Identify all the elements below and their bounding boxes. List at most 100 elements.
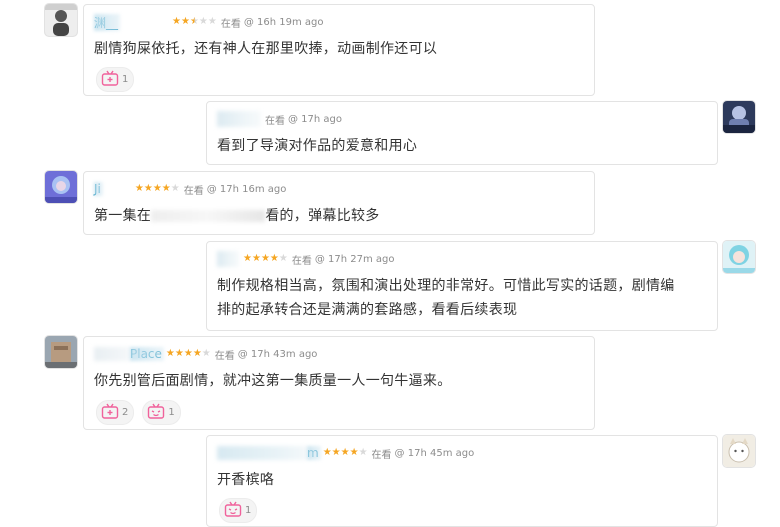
- rating-stars: ★ ★ ★ ★ ★: [135, 184, 180, 194]
- avatar-image: [45, 336, 77, 368]
- comment-meta: Ji ★ ★ ★ ★ ★ 在看 @ 17h 16m ago: [94, 181, 286, 197]
- star-icon: ★: [260, 253, 270, 264]
- star-icon: ★: [201, 348, 211, 359]
- star-icon: ★: [340, 447, 350, 458]
- avatar-image: [723, 101, 755, 133]
- star-icon: ★: [172, 16, 181, 27]
- watch-status: 在看: [265, 115, 285, 127]
- comment-text: 剧情狗屎依托，还有神人在那里吹捧，动画制作还可以: [94, 41, 438, 57]
- comment-meta: m ★ ★ ★ ★ ★ 在看 @ 17h 45m ago: [217, 445, 474, 461]
- watch-status: 在看: [214, 350, 235, 362]
- comment-text: 制作规格相当高，氛围和演出处理的非常好。可惜此写实的话题，剧情编 排的起承转合还…: [217, 274, 675, 322]
- reaction-count: 2: [122, 407, 129, 418]
- comment-bubble: Ji ★ ★ ★ ★ ★ 在看 @ 17h 16m ago 第一集在 看的，弹幕比较多: [83, 171, 595, 235]
- comment-meta: 渊__ ★ ★ ★ ★ ★ 在看 @ 16h 19m ago: [94, 14, 324, 30]
- avatar-image: [45, 171, 77, 203]
- star-icon: ★: [174, 348, 184, 359]
- username-link[interactable]: 渊__: [94, 14, 118, 31]
- star-icon: ★: [165, 348, 175, 359]
- rating-stars: ★ ★ ★ ★ ★: [172, 17, 217, 27]
- star-icon: ★: [198, 16, 208, 27]
- tv-face-icon: [224, 501, 242, 520]
- username-link[interactable]: m: [307, 446, 319, 460]
- reaction-button[interactable]: 1: [96, 67, 135, 92]
- username-blur: [217, 446, 307, 460]
- user-avatar[interactable]: [45, 336, 77, 368]
- comment-text-part: 第一集在: [94, 208, 152, 224]
- user-avatar[interactable]: [723, 435, 755, 467]
- username-blur: [94, 347, 130, 361]
- reaction-list: 2 1: [96, 400, 181, 425]
- rating-stars: ★ ★ ★ ★ ★: [323, 448, 368, 458]
- reaction-list: 1: [96, 67, 135, 92]
- star-icon: ★: [358, 447, 368, 458]
- tv-face-icon: [147, 403, 165, 422]
- star-icon: ★: [322, 447, 332, 458]
- comment-text: 第一集在 看的，弹幕比较多: [94, 204, 380, 228]
- reaction-button[interactable]: 1: [219, 498, 258, 523]
- star-icon: ★: [269, 253, 279, 264]
- rating-stars: ★ ★ ★ ★ ★: [243, 254, 288, 264]
- watch-status: 在看: [220, 18, 241, 30]
- avatar-image: [723, 435, 755, 467]
- avatar-image: [45, 4, 77, 36]
- user-avatar[interactable]: [723, 241, 755, 273]
- comment-text: 开香槟咯: [217, 472, 275, 488]
- reaction-count: 1: [245, 505, 252, 516]
- username-link[interactable]: [217, 251, 239, 267]
- comment-time: @ 17h 43m ago: [237, 348, 318, 360]
- star-icon: ★: [243, 253, 252, 264]
- star-icon: ★: [183, 348, 193, 359]
- comment-time: @ 17h ago: [288, 113, 343, 125]
- star-icon: ★: [152, 183, 162, 194]
- tv-plus-icon: [101, 403, 119, 422]
- user-avatar[interactable]: [723, 101, 755, 133]
- comment-time: @ 17h 45m ago: [394, 447, 475, 459]
- watch-status: 在看: [183, 185, 204, 197]
- username-link[interactable]: Place: [130, 347, 162, 361]
- star-icon: ★: [251, 253, 261, 264]
- reaction-count: 1: [122, 74, 129, 85]
- star-icon: ★: [278, 253, 288, 264]
- comment-meta: 在看 @ 17h ago: [217, 111, 342, 127]
- comment-bubble: m ★ ★ ★ ★ ★ 在看 @ 17h 45m ago 开香槟咯 1: [206, 435, 718, 527]
- comment-meta: ★ ★ ★ ★ ★ 在看 @ 17h 27m ago: [217, 251, 395, 267]
- star-icon: ★: [143, 183, 153, 194]
- username-link[interactable]: [217, 111, 261, 127]
- avatar-image: [723, 241, 755, 273]
- redacted-text: [151, 210, 266, 222]
- reaction-button[interactable]: 1: [142, 400, 181, 425]
- comment-bubble: ★ ★ ★ ★ ★ 在看 @ 17h 27m ago 制作规格相当高，氛围和演出处理的非…: [206, 241, 718, 331]
- star-icon: ★: [170, 183, 180, 194]
- star-icon: ★: [192, 348, 202, 359]
- comment-text: 你先别管后面剧情，就冲这第一集质量一人一句牛逼来。: [94, 373, 452, 389]
- comment-text-part: 看的，弹幕比较多: [265, 208, 380, 224]
- comment-text: 看到了导演对作品的爱意和用心: [217, 138, 418, 154]
- reaction-button[interactable]: 2: [96, 400, 135, 425]
- tv-plus-icon: [101, 70, 119, 89]
- comment-bubble: 渊__ ★ ★ ★ ★ ★ 在看 @ 16h 19m ago 剧情狗屎依托，还有神人在那…: [83, 4, 595, 96]
- star-icon: ★: [331, 447, 341, 458]
- user-avatar[interactable]: [45, 171, 77, 203]
- comment-meta: Place ★ ★ ★ ★ ★ 在看 @ 17h 43m ago: [94, 346, 317, 362]
- watch-status: 在看: [291, 255, 312, 267]
- star-icon: ★: [349, 447, 359, 458]
- comment-bubble: 在看 @ 17h ago 看到了导演对作品的爱意和用心: [206, 101, 718, 165]
- star-icon: ★: [207, 16, 217, 27]
- comment-time: @ 17h 27m ago: [314, 253, 395, 265]
- user-avatar[interactable]: [45, 4, 77, 36]
- comment-time: @ 17h 16m ago: [206, 183, 287, 195]
- star-icon: ★: [134, 183, 144, 194]
- comment-bubble: Place ★ ★ ★ ★ ★ 在看 @ 17h 43m ago 你先别管后面剧情，就冲…: [83, 336, 595, 430]
- star-icon: ★: [189, 16, 199, 27]
- comment-text-line: 排的起承转合还是满满的套路感，看看后续表现: [217, 302, 518, 318]
- comment-time: @ 16h 19m ago: [243, 16, 324, 28]
- star-icon: ★: [180, 16, 190, 27]
- rating-stars: ★ ★ ★ ★ ★: [166, 349, 211, 359]
- reaction-list: 1: [219, 498, 258, 523]
- star-icon: ★: [161, 183, 171, 194]
- username-link[interactable]: Ji: [94, 182, 101, 196]
- watch-status: 在看: [371, 449, 392, 461]
- reaction-count: 1: [168, 407, 175, 418]
- comment-text-line: 制作规格相当高，氛围和演出处理的非常好。可惜此写实的话题，剧情编: [217, 278, 675, 294]
